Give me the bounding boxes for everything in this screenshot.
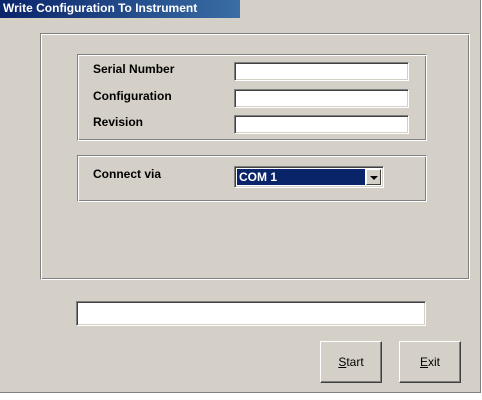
exit-accelerator: E: [419, 355, 428, 369]
dialog-window: Write Configuration To Instrument Serial…: [0, 0, 481, 393]
configuration-field[interactable]: [234, 89, 409, 108]
serial-number-field[interactable]: [234, 62, 409, 81]
chevron-down-icon: [370, 176, 378, 180]
connect-via-selected-value: COM 1: [237, 169, 365, 185]
window-title: Write Configuration To Instrument: [0, 0, 240, 18]
exit-button[interactable]: Exit: [399, 341, 461, 383]
revision-label: Revision: [93, 115, 144, 129]
configuration-label: Configuration: [93, 89, 172, 103]
connect-via-dropdown[interactable]: COM 1: [234, 166, 384, 188]
exit-label: xit: [428, 355, 440, 369]
start-label: tart: [346, 355, 364, 369]
dropdown-button[interactable]: [366, 169, 381, 185]
revision-field[interactable]: [234, 115, 409, 134]
connect-via-label: Connect via: [93, 167, 162, 181]
serial-number-label: Serial Number: [93, 62, 175, 76]
status-field: [76, 301, 426, 326]
start-button[interactable]: Start: [320, 341, 382, 383]
